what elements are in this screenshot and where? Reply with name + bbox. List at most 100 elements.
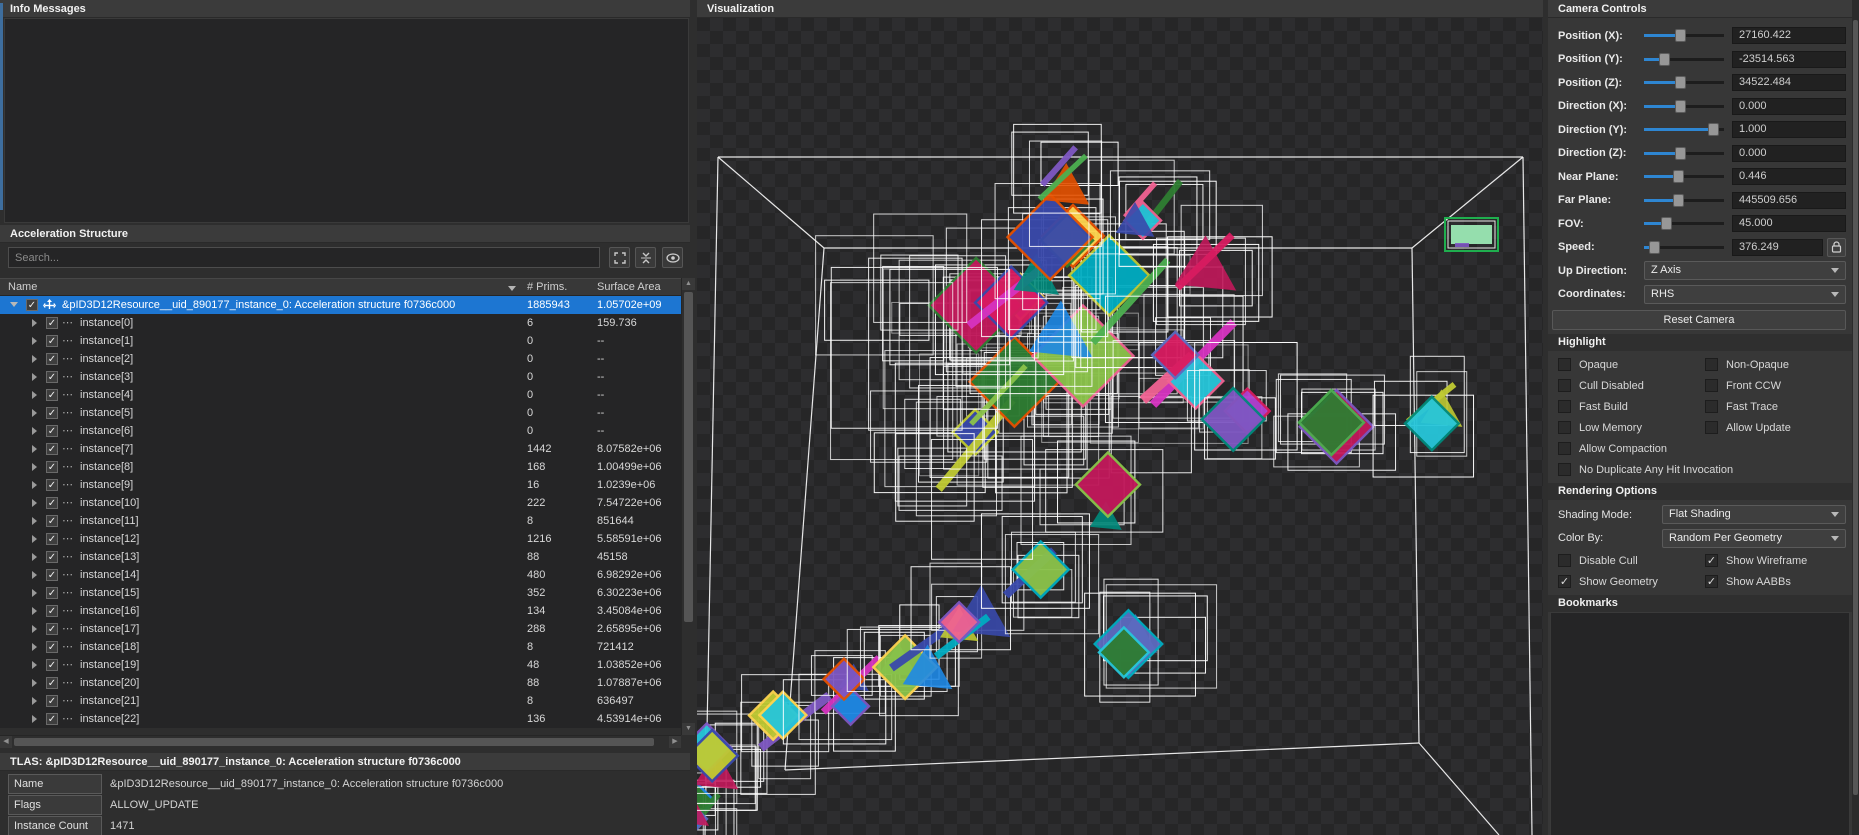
tree-row-instance[interactable]: ✓ ⋯ instance[2] 0 -- — [0, 350, 681, 368]
slider-track[interactable] — [1644, 193, 1724, 207]
row-checkbox[interactable]: ✓ — [46, 515, 58, 527]
tree-row-instance[interactable]: ✓ ⋯ instance[19] 48 1.03852e+06 — [0, 656, 681, 674]
slider-thumb[interactable] — [1675, 76, 1687, 90]
slider-value-field[interactable]: -23514.563 — [1732, 50, 1846, 68]
expander-collapsed-icon[interactable] — [32, 553, 37, 561]
slider-value-field[interactable]: 34522.484 — [1732, 74, 1846, 92]
shading-mode-select[interactable]: Flat Shading — [1662, 505, 1846, 525]
expander-collapsed-icon[interactable] — [32, 517, 37, 525]
row-checkbox[interactable]: ✓ — [46, 659, 58, 671]
expand-all-button[interactable] — [609, 247, 630, 268]
checkbox[interactable]: ✓ — [1558, 358, 1571, 371]
row-checkbox[interactable]: ✓ — [46, 497, 58, 509]
scroll-right-arrow[interactable]: ▶ — [669, 736, 681, 748]
expander-collapsed-icon[interactable] — [32, 661, 37, 669]
acceleration-structure-tree[interactable]: ✓ &pID3D12Resource__uid_890177_instance_… — [0, 296, 681, 728]
expander-collapsed-icon[interactable] — [32, 445, 37, 453]
bookmarks-list[interactable] — [1550, 612, 1850, 835]
row-checkbox[interactable]: ✓ — [46, 407, 58, 419]
expander-collapsed-icon[interactable] — [32, 427, 37, 435]
expander-collapsed-icon[interactable] — [32, 589, 37, 597]
checkbox-item[interactable]: ✓ Show Geometry — [1558, 575, 1705, 588]
row-checkbox[interactable]: ✓ — [46, 371, 58, 383]
tree-row-instance[interactable]: ✓ ⋯ instance[12] 1216 5.58591e+06 — [0, 530, 681, 548]
expander-collapsed-icon[interactable] — [32, 625, 37, 633]
checkbox-item[interactable]: ✓ Allow Compaction — [1558, 442, 1746, 455]
row-checkbox[interactable]: ✓ — [46, 695, 58, 707]
tree-row-instance[interactable]: ✓ ⋯ instance[16] 134 3.45084e+06 — [0, 602, 681, 620]
row-checkbox[interactable]: ✓ — [46, 461, 58, 473]
tree-row-instance[interactable]: ✓ ⋯ instance[10] 222 7.54722e+06 — [0, 494, 681, 512]
expander-collapsed-icon[interactable] — [32, 373, 37, 381]
expander-collapsed-icon[interactable] — [32, 481, 37, 489]
checkbox-item[interactable]: ✓ Show Wireframe — [1705, 554, 1852, 567]
checkbox-item[interactable]: ✓ Disable Cull — [1558, 554, 1705, 567]
tree-row-instance[interactable]: ✓ ⋯ instance[21] 8 636497 — [0, 692, 681, 710]
expander-collapsed-icon[interactable] — [32, 463, 37, 471]
tree-row-instance[interactable]: ✓ ⋯ instance[20] 88 1.07887e+06 — [0, 674, 681, 692]
speed-lock-button[interactable] — [1827, 237, 1846, 257]
slider-value-field[interactable]: 0.446 — [1732, 168, 1846, 186]
slider-value-field[interactable]: 45.000 — [1732, 215, 1846, 233]
checkbox[interactable]: ✓ — [1558, 463, 1571, 476]
expander-collapsed-icon[interactable] — [32, 409, 37, 417]
checkbox[interactable]: ✓ — [1705, 575, 1718, 588]
scroll-left-arrow[interactable]: ◀ — [0, 736, 12, 748]
slider-track[interactable] — [1644, 123, 1724, 137]
checkbox[interactable]: ✓ — [1558, 554, 1571, 567]
viewport-3d[interactable] — [697, 18, 1543, 835]
tree-row-instance[interactable]: ✓ ⋯ instance[9] 16 1.0239e+06 — [0, 476, 681, 494]
row-checkbox[interactable]: ✓ — [46, 605, 58, 617]
row-checkbox[interactable]: ✓ — [46, 569, 58, 581]
expander-collapsed-icon[interactable] — [32, 679, 37, 687]
slider-value-field[interactable]: 0.000 — [1732, 97, 1846, 115]
expander-collapsed-icon[interactable] — [32, 571, 37, 579]
dropdown-select[interactable]: Z Axis — [1644, 261, 1846, 281]
slider-track[interactable] — [1644, 240, 1724, 254]
checkbox[interactable]: ✓ — [1705, 358, 1718, 371]
expander-collapsed-icon[interactable] — [32, 499, 37, 507]
slider-thumb[interactable] — [1675, 29, 1687, 43]
slider-value-field[interactable]: 445509.656 — [1732, 191, 1846, 209]
row-checkbox[interactable]: ✓ — [46, 335, 58, 347]
color-by-select[interactable]: Random Per Geometry — [1662, 528, 1846, 548]
slider-track[interactable] — [1644, 29, 1724, 43]
reset-camera-button[interactable]: Reset Camera — [1552, 310, 1846, 330]
tree-horizontal-scrollbar[interactable]: ◀ ▶ — [0, 735, 681, 748]
slider-thumb[interactable] — [1708, 123, 1720, 137]
row-checkbox[interactable]: ✓ — [46, 317, 58, 329]
checkbox-item[interactable]: ✓ Show AABBs — [1705, 575, 1852, 588]
tree-row-instance[interactable]: ✓ ⋯ instance[5] 0 -- — [0, 404, 681, 422]
scrollbar-thumb[interactable] — [14, 738, 654, 746]
checkbox-item[interactable]: ✓ Opaque — [1558, 358, 1705, 371]
tree-row-instance[interactable]: ✓ ⋯ instance[11] 8 851644 — [0, 512, 681, 530]
column-header-prims[interactable]: # Prims. — [527, 279, 567, 296]
scrollbar-thumb[interactable] — [1853, 20, 1858, 795]
camera-panel-scrollbar[interactable] — [1852, 0, 1859, 835]
tree-row-tlas[interactable]: ✓ &pID3D12Resource__uid_890177_instance_… — [0, 296, 681, 314]
tree-row-instance[interactable]: ✓ ⋯ instance[1] 0 -- — [0, 332, 681, 350]
row-checkbox[interactable]: ✓ — [46, 713, 58, 725]
tree-row-instance[interactable]: ✓ ⋯ instance[15] 352 6.30223e+06 — [0, 584, 681, 602]
slider-thumb[interactable] — [1675, 146, 1687, 160]
checkbox-item[interactable]: ✓ Fast Trace — [1705, 400, 1852, 413]
toggle-visibility-button[interactable] — [662, 247, 683, 268]
checkbox[interactable]: ✓ — [1558, 400, 1571, 413]
slider-value-field[interactable]: 1.000 — [1732, 121, 1846, 139]
tree-row-instance[interactable]: ✓ ⋯ instance[3] 0 -- — [0, 368, 681, 386]
scrollbar-thumb[interactable] — [684, 292, 693, 622]
checkbox-item[interactable]: ✓ Non-Opaque — [1705, 358, 1852, 371]
slider-value-field[interactable]: 27160.422 — [1732, 27, 1846, 45]
row-checkbox[interactable]: ✓ — [26, 299, 38, 311]
expander-collapsed-icon[interactable] — [32, 535, 37, 543]
tree-row-instance[interactable]: ✓ ⋯ instance[0] 6 159.736 — [0, 314, 681, 332]
row-checkbox[interactable]: ✓ — [46, 353, 58, 365]
tree-row-instance[interactable]: ✓ ⋯ instance[22] 136 4.53914e+06 — [0, 710, 681, 728]
expander-expanded-icon[interactable] — [10, 302, 18, 307]
scroll-up-arrow[interactable]: ▲ — [682, 278, 695, 290]
checkbox[interactable]: ✓ — [1558, 575, 1571, 588]
column-header-name[interactable]: Name — [8, 279, 37, 296]
row-checkbox[interactable]: ✓ — [46, 641, 58, 653]
row-checkbox[interactable]: ✓ — [46, 533, 58, 545]
tree-row-instance[interactable]: ✓ ⋯ instance[4] 0 -- — [0, 386, 681, 404]
